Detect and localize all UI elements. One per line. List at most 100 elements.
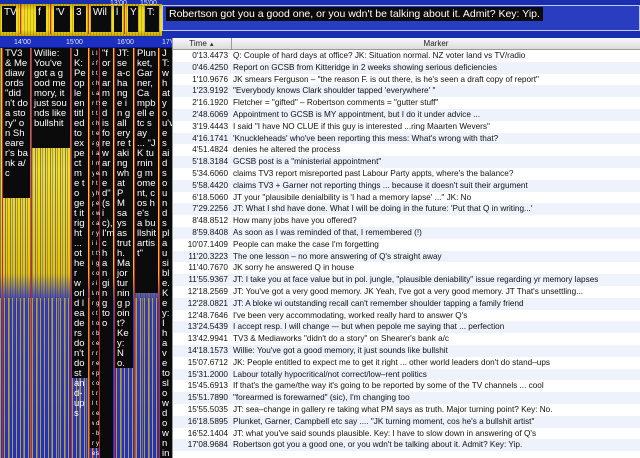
marker-time: 5'34.6060 (192, 168, 228, 178)
marker-row[interactable]: 4'51.4824 denies he altered the process (173, 144, 640, 157)
column-header-time-label: Time (189, 39, 207, 48)
marker-time: 1'23.9192 (192, 86, 228, 96)
marker-time: 15'55.5035 (187, 404, 228, 414)
marker-text: JT: sea–change in gallery re taking what… (233, 404, 553, 414)
waveform-marker-label[interactable]: Plunket, Garner, Campbell etc say ... "J… (135, 48, 158, 293)
marker-text: claims TV3 report misreported past Labou… (233, 168, 514, 178)
marker-time: 16'18.5895 (187, 416, 228, 426)
marker-time: 0'13.4473 (192, 51, 228, 60)
marker-time: 17'08.9684 (187, 440, 228, 450)
marker-row[interactable]: 15'51.7890 "forearmed is forewarned" (sic… (173, 392, 640, 404)
overview-selected-marker-text: Robertson got you a good one, or you wdn… (166, 7, 543, 21)
marker-row[interactable]: 11'40.7670 JK sorry he answered Q in hous… (173, 262, 640, 275)
marker-time: 11'55.9367 (188, 275, 228, 285)
marker-time: 15'31.2000 (187, 369, 228, 379)
marker-row[interactable]: 3'19.4443 I said "I have NO CLUE if this … (173, 120, 640, 133)
marker-row[interactable]: 4'16.1741 'Knuckleheads' who've been repo… (173, 132, 640, 145)
marker-row[interactable]: 8'48.8512 How many jobs have you offered? (173, 215, 640, 227)
marker-row[interactable]: 13'42.9941 TV3 & Mediaworks "didn't do a … (173, 333, 640, 345)
overview-marker-chip[interactable]: TV (2, 6, 16, 32)
marker-row[interactable]: 2'48.6069 Appointment to GCSB is MY appoi… (173, 108, 640, 121)
marker-time: 15'45.6913 (187, 381, 228, 391)
marker-text: "forearmed is forewarned" (sic), I'm cha… (233, 393, 410, 403)
waveform-marker-label[interactable]: If that's the game/the way it's going to… (94, 48, 102, 457)
ruler-tick-label: 17'00 (162, 39, 172, 46)
ruler-tick-label: 15'00 (66, 39, 83, 46)
marker-row[interactable]: 7'29.2256 JT: What I shd have done. What … (173, 203, 640, 216)
marker-time: 5'58.4420 (192, 180, 228, 190)
marker-text: TV3 & Mediaworks "didn't do a story" on … (233, 334, 450, 344)
marker-row[interactable]: 5'18.3184 GCSB post is a "ministerial app… (173, 156, 640, 168)
marker-time: 11'20.3223 (188, 251, 228, 261)
marker-row[interactable]: 15'07.6712 JK: People entitled to expect … (173, 356, 640, 369)
marker-text: I said "I have NO CLUE if this guy is in… (233, 121, 490, 131)
marker-time: 12'18.2569 (187, 286, 228, 296)
marker-row[interactable]: 16'52.1404 JT: what you've said sounds pl… (173, 427, 640, 440)
overview-marker-line (124, 4, 125, 34)
time-ruler[interactable]: 14'00 15'00 16'00 17'00 (0, 38, 172, 48)
marker-text: Fletcher = "gifted" – Robertson comments… (233, 98, 439, 108)
overview-marker-chip[interactable]: T: (145, 6, 159, 32)
marker-row[interactable]: 0'46.4250 Report on GCSB from Kitteridge … (173, 61, 640, 74)
waveform-marker-label[interactable]: JT: what you've said sounds plausible. K… (160, 48, 172, 458)
marker-row[interactable]: 10'07.1409 People can make the case I'm f… (173, 238, 640, 251)
marker-row[interactable]: 11'20.3223 The one lesson – no more answe… (173, 250, 640, 263)
waveform-pane[interactable]: 14'00 15'00 16'00 17'00 TV3 & Mediawords… (0, 38, 172, 458)
overview-marker-chip[interactable]: Y (128, 6, 138, 32)
marker-row[interactable]: 8'59.8408 As soon as I was reminded of th… (173, 226, 640, 239)
marker-row[interactable]: 12'48.7646 I've been very accommodating, … (173, 309, 640, 322)
marker-row[interactable]: 14'18.1573 Willie: You've got a good memo… (173, 344, 640, 357)
marker-text: JK sorry he answered Q in house (233, 263, 355, 273)
marker-time: 8'59.8408 (192, 227, 228, 237)
marker-text: Labour totally hypocritical/not correct/… (233, 369, 427, 379)
marker-time: 1'10.9676 (192, 74, 228, 84)
marker-row[interactable]: 6'18.5060 JT your "plausibile denialbilit… (173, 191, 640, 204)
overview-marker-chip[interactable]: 'V (54, 6, 70, 32)
marker-row[interactable]: 16'18.5895 Plunket, Garner, Campbell etc … (173, 415, 640, 428)
waveform-marker-label[interactable]: "forearmed is forewarned" (sic), I'm cha… (100, 48, 114, 458)
marker-row[interactable]: 17'08.9684 Robertson got you a good one, … (173, 439, 640, 452)
marker-time: 2'48.6069 (192, 109, 228, 119)
marker-list[interactable]: Time ▲ Marker 0'13.4473 Q: Couple of hard … (172, 38, 640, 458)
overview-marker-chip[interactable]: f (36, 6, 46, 32)
overview-marker-chip[interactable]: 3 (74, 6, 86, 32)
marker-text: People can make the case I'm forgetting (233, 239, 379, 249)
marker-text: JT: What I shd have done. What I will be… (233, 204, 533, 214)
column-header-marker[interactable]: Marker (231, 38, 640, 49)
marker-row[interactable]: 15'31.2000 Labour totally hypocritical/no… (173, 368, 640, 381)
waveform-marker-label[interactable]: Willie: You've got a good memory, it jus… (32, 48, 70, 148)
marker-row[interactable]: 1'23.9192 "Everybody knows Clark shoulder… (173, 85, 640, 98)
column-header-time[interactable]: Time ▲ (173, 38, 232, 49)
marker-text: JT: A bloke wi outstanding recall can't … (233, 298, 524, 308)
ruler-tick-label: 16'00 (117, 39, 134, 46)
overview-strip[interactable]: 13'00 15'00 TV f 'V 3 Wil l Y T: Roberts… (0, 0, 640, 38)
marker-row[interactable]: 15'45.6913 If that's the game/the way it'… (173, 380, 640, 393)
waveform-marker-label[interactable]: JT: sea-change in gallery re taking what… (115, 48, 133, 369)
marker-text: Robertson got you a good one, or you wdn… (233, 440, 523, 450)
waveform-marker-label[interactable]: TV3 & Mediawords "didn't do a story" on … (3, 48, 30, 198)
marker-time: 4'16.1741 (192, 133, 228, 143)
marker-text: Report on GCSB from Kitteridge in 2 week… (233, 62, 497, 72)
marker-row[interactable]: 13'24.5439 I accept resp. I will change –… (173, 321, 640, 334)
marker-text: JK: People entitled to expect me to get … (233, 357, 550, 367)
sort-ascending-icon: ▲ (208, 42, 215, 48)
waveform-marker-label[interactable]: JK: People entitled to expect me to get … (72, 48, 88, 419)
marker-row[interactable]: 5'34.6060 claims TV3 report misreported p… (173, 167, 640, 180)
marker-row[interactable]: 12'18.2569 JT: You've got a very good mem… (173, 285, 640, 298)
marker-text: JT: what you've said sounds plausible. K… (233, 428, 537, 438)
marker-row[interactable]: 11'55.9367 JT: I take you at face value b… (173, 274, 640, 286)
marker-text: Q: Couple of hard days at office? JK: Si… (233, 51, 526, 60)
marker-row[interactable]: 1'10.9676 JK smears Ferguson – "the reaso… (173, 73, 640, 86)
marker-row[interactable]: 15'55.5035 JT: sea–change in gallery re t… (173, 403, 640, 416)
overview-marker-chip[interactable]: l (114, 6, 122, 32)
marker-row[interactable]: 2'16.1920 Fletcher = "gifted" – Robertson… (173, 97, 640, 109)
marker-time: 4'51.4824 (192, 145, 228, 155)
marker-text: JK smears Ferguson – "the reason F. is o… (233, 74, 539, 84)
marker-row[interactable]: 0'13.4473 Q: Couple of hard days at offic… (173, 50, 640, 62)
marker-text: If that's the game/the way it's going to… (233, 381, 544, 391)
marker-row[interactable]: 5'58.4420 claims TV3 + Garner not reporti… (173, 179, 640, 192)
ruler-tick-label: 14'00 (14, 39, 31, 46)
marker-time: 2'16.1920 (192, 98, 228, 108)
marker-row[interactable]: 12'28.0821 JT: A bloke wi outstanding rec… (173, 297, 640, 310)
overview-marker-chip[interactable]: Wil (91, 6, 111, 32)
